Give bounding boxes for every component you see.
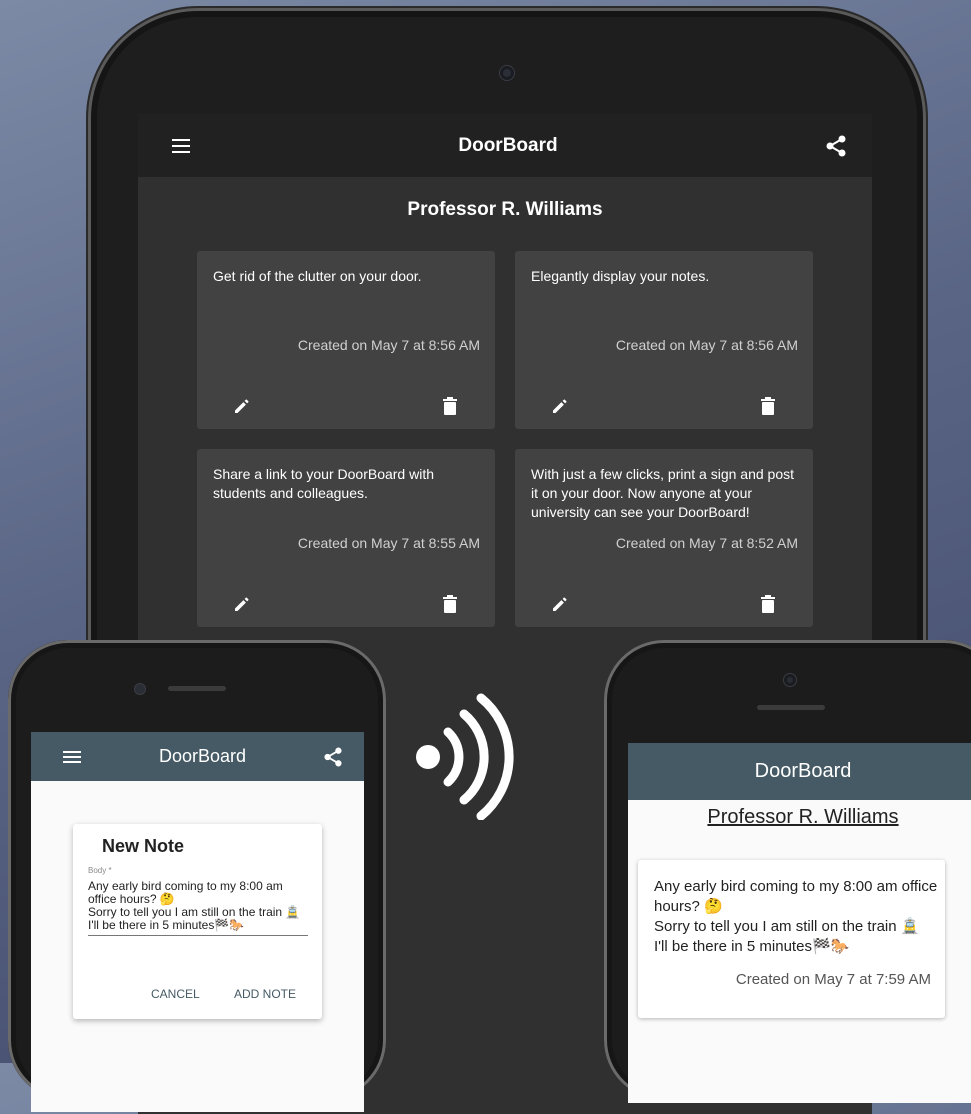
phone-app-bar: DoorBoard (628, 743, 971, 800)
note-card: Elegantly display your notes. Created on… (515, 251, 813, 429)
phone-camera (784, 674, 796, 686)
note-date: Created on May 7 at 8:55 AM (297, 535, 480, 551)
wireless-signal-icon (406, 690, 516, 825)
phone-speaker (757, 705, 825, 710)
note-card: Share a link to your DoorBoard with stud… (197, 449, 495, 627)
note-body: Get rid of the clutter on your door. (213, 268, 422, 284)
delete-icon[interactable] (761, 397, 775, 415)
edit-icon[interactable] (551, 595, 569, 613)
phone-right-device: DoorBoard Professor R. Williams Any earl… (604, 640, 971, 1103)
phone-speaker (168, 686, 226, 691)
delete-icon[interactable] (761, 595, 775, 613)
delete-icon[interactable] (443, 397, 457, 415)
app-title: DoorBoard (158, 746, 247, 766)
new-note-dialog: New Note Body * Any early bird coming to… (73, 824, 322, 1019)
edit-icon[interactable] (233, 595, 251, 613)
body-field[interactable]: Any early bird coming to my 8:00 am offi… (88, 880, 308, 936)
delete-icon[interactable] (443, 595, 457, 613)
tablet-app-bar: DoorBoard (138, 114, 872, 177)
note-body: Elegantly display your notes. (531, 268, 710, 284)
note-card: With just a few clicks, print a sign and… (515, 449, 813, 627)
app-title: DoorBoard (754, 760, 852, 782)
edit-icon[interactable] (551, 397, 569, 415)
phone-left-device: DoorBoard New Note Body * Any early bird… (8, 640, 386, 1112)
note-body: With just a few clicks, print a sign and… (531, 466, 794, 520)
note-date: Created on May 7 at 7:59 AM (735, 971, 931, 988)
note-body: Share a link to your DoorBoard with stud… (213, 466, 434, 501)
app-title: DoorBoard (458, 134, 558, 156)
menu-icon[interactable] (172, 138, 190, 153)
note-date: Created on May 7 at 8:52 AM (615, 535, 798, 551)
cancel-button[interactable]: CANCEL (151, 987, 200, 1001)
dialog-title: New Note (102, 836, 185, 856)
phone-left-screen: DoorBoard New Note Body * Any early bird… (31, 732, 364, 1112)
share-icon[interactable] (324, 747, 342, 767)
edit-icon[interactable] (233, 397, 251, 415)
phone-camera (135, 684, 145, 694)
note-body: Any early bird coming to my 8:00 am offi… (654, 878, 938, 955)
add-note-button[interactable]: ADD NOTE (234, 987, 296, 1001)
menu-icon[interactable] (63, 750, 81, 763)
phone-app-bar: DoorBoard (31, 732, 364, 781)
body-field-label: Body * (88, 866, 112, 875)
note-date: Created on May 7 at 8:56 AM (615, 337, 798, 353)
note-card: Any early bird coming to my 8:00 am offi… (638, 860, 945, 1018)
note-date: Created on May 7 at 8:56 AM (297, 337, 480, 353)
notes-grid: Get rid of the clutter on your door. Cre… (197, 251, 814, 627)
owner-name: Professor R. Williams (707, 806, 899, 828)
phone-right-screen: DoorBoard Professor R. Williams Any earl… (628, 743, 971, 1103)
tablet-camera (500, 66, 514, 80)
share-icon[interactable] (826, 135, 846, 157)
note-card: Get rid of the clutter on your door. Cre… (197, 251, 495, 429)
owner-name: Professor R. Williams (407, 199, 603, 220)
